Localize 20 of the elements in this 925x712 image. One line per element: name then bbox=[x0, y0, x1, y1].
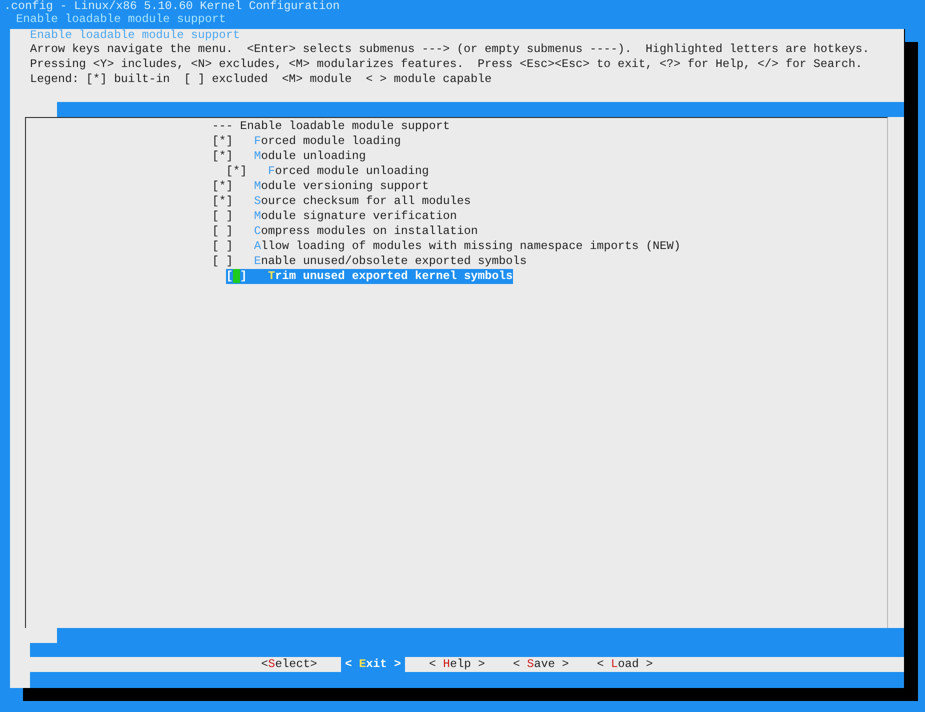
menu-item[interactable]: [ ] Compress modules on installation bbox=[212, 224, 478, 239]
menu-item[interactable]: [*] Source checksum for all modules bbox=[212, 194, 471, 209]
menu-button[interactable]: < Load > bbox=[596, 657, 653, 672]
menu-item[interactable]: [*] Forced module loading bbox=[212, 134, 401, 149]
help-text: Legend: [*] built-in [ ] excluded <M> module < > module capable bbox=[30, 72, 492, 86]
help-text: Arrow keys navigate the menu. <Enter> selects submenus ---> (or empty submenus ----). Highlighted letters are hotkeys. bbox=[30, 42, 870, 56]
menu-item[interactable]: [*] Forced module unloading bbox=[226, 164, 429, 179]
menu-item[interactable]: [ ] Enable unused/obsolete exported symbols bbox=[212, 254, 527, 269]
menu-button[interactable]: < Save > bbox=[512, 657, 569, 672]
window-title: .config - Linux/x86 5.10.60 Kernel Configuration bbox=[3, 0, 341, 12]
menu-button[interactable]: < Help > bbox=[429, 657, 485, 672]
menu-comment: --- Enable loadable module support bbox=[212, 119, 450, 134]
help-text: Pressing <Y> includes, <N> excludes, <M> modularizes features. Press <Esc><Esc> to exit, <?> for Help, </> for Search. bbox=[30, 57, 862, 71]
menu-button[interactable]: <Select> bbox=[261, 657, 318, 672]
menu-item[interactable]: [ ] Allow loading of modules with missing namespace imports (NEW) bbox=[212, 239, 681, 254]
menu-item[interactable]: [ ] Module signature verification bbox=[212, 209, 457, 224]
dialog-title: Enable loadable module support bbox=[30, 28, 240, 42]
menu-item[interactable]: [*] Module unloading bbox=[212, 149, 366, 164]
menu-item[interactable]: [*] Module versioning support bbox=[212, 179, 429, 194]
breadcrumb: Enable loadable module support bbox=[15, 12, 227, 28]
